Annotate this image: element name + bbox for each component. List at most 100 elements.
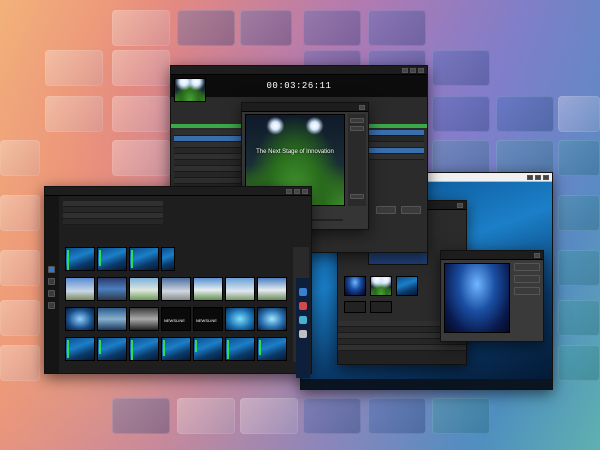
side-button[interactable] (350, 118, 364, 123)
multiview-cell[interactable] (129, 307, 159, 331)
multiviewer-titlebar (45, 187, 311, 196)
multiview-cell[interactable] (97, 337, 127, 361)
background-tile (432, 96, 490, 132)
background-tile (177, 398, 235, 434)
multiview-cell[interactable] (161, 337, 191, 361)
tool-button[interactable] (48, 266, 55, 273)
preview-option-button[interactable] (514, 275, 540, 283)
app-icon[interactable] (299, 316, 307, 324)
property-row[interactable] (63, 219, 163, 225)
multiview-cell[interactable] (97, 307, 127, 331)
preview-window (440, 250, 544, 342)
multiview-cell[interactable] (225, 307, 255, 331)
multiview-cell[interactable] (65, 307, 95, 331)
property-row[interactable] (338, 345, 466, 351)
background-tile (0, 345, 40, 381)
tool-button[interactable] (48, 278, 55, 285)
preview-option-button[interactable] (514, 287, 540, 295)
background-tile (112, 398, 170, 434)
background-tile (303, 398, 361, 434)
minimize-icon[interactable] (286, 188, 292, 194)
multiview-cell[interactable] (97, 247, 127, 271)
window-close-icon[interactable] (457, 202, 463, 208)
icon-strip (296, 278, 310, 378)
player-titlebar (242, 103, 368, 112)
audio-meter-icon (163, 340, 165, 356)
multiview-cell[interactable] (65, 277, 95, 301)
multiview-cell[interactable] (161, 247, 175, 271)
background-tile (240, 10, 292, 46)
multiview-cell[interactable] (97, 277, 127, 301)
background-tile (558, 345, 600, 381)
tool-button[interactable] (48, 290, 55, 297)
multiview-cell[interactable] (65, 337, 95, 361)
background-tile (112, 96, 170, 132)
list-item[interactable] (366, 154, 424, 160)
multiview-cell[interactable] (193, 277, 223, 301)
background-tile (45, 50, 103, 86)
audio-meter-icon (99, 250, 101, 266)
background-tile (177, 10, 235, 46)
minimize-icon[interactable] (402, 67, 408, 73)
audio-meter-icon (131, 340, 133, 360)
maximize-icon[interactable] (294, 188, 300, 194)
multiview-cell[interactable] (257, 277, 287, 301)
audio-meter-icon (67, 340, 69, 358)
source-thumbnail[interactable] (344, 276, 366, 296)
multiview-cell[interactable] (225, 277, 255, 301)
source-thumbnail[interactable] (370, 301, 392, 313)
background-tile (112, 10, 170, 46)
multiview-cell[interactable] (129, 277, 159, 301)
maximize-icon[interactable] (535, 174, 541, 180)
background-tile (432, 50, 490, 86)
side-button[interactable] (350, 194, 364, 199)
playlist-titlebar (171, 66, 427, 75)
playlist-preview-thumbnail (174, 78, 206, 102)
background-tile (558, 250, 600, 286)
multiview-cell[interactable] (161, 277, 191, 301)
source-thumbnail[interactable] (344, 301, 366, 313)
background-tile (112, 140, 170, 176)
tool-button[interactable] (48, 302, 55, 309)
window-close-icon[interactable] (534, 252, 540, 258)
side-controls (348, 114, 366, 206)
background-tile (558, 300, 600, 336)
audio-meter-icon (195, 340, 197, 352)
multiview-cell[interactable]: NEWSLINE (161, 307, 191, 331)
window-close-icon[interactable] (302, 188, 308, 194)
take-button[interactable] (376, 206, 396, 214)
source-thumbnail[interactable] (370, 276, 392, 296)
source-thumbnail[interactable] (396, 276, 418, 296)
audio-meter-icon (67, 250, 69, 270)
app-icon[interactable] (299, 288, 307, 296)
cue-button[interactable] (401, 206, 421, 214)
background-tile (240, 398, 298, 434)
window-close-icon[interactable] (418, 67, 424, 73)
preview-monitor (444, 263, 510, 333)
preview-option-button[interactable] (514, 263, 540, 271)
preview-titlebar (441, 251, 543, 260)
background-tile (368, 398, 426, 434)
background-tile (496, 140, 554, 176)
minimize-icon[interactable] (527, 174, 533, 180)
background-tile (0, 250, 40, 286)
window-controls[interactable] (527, 174, 549, 180)
multiview-cell[interactable] (225, 337, 255, 361)
multiview-cell[interactable] (257, 337, 287, 361)
app-icon[interactable] (299, 302, 307, 310)
multiview-cell[interactable] (65, 247, 95, 271)
background-tile (0, 300, 40, 336)
app-icon[interactable] (299, 330, 307, 338)
multiview-cell[interactable] (193, 337, 223, 361)
multiview-cell[interactable] (129, 247, 159, 271)
window-close-icon[interactable] (543, 174, 549, 180)
maximize-icon[interactable] (410, 67, 416, 73)
property-list (63, 201, 163, 225)
background-tile (432, 140, 490, 176)
background-tile (558, 140, 600, 176)
multiview-cell[interactable] (129, 337, 159, 361)
window-close-icon[interactable] (359, 104, 365, 110)
multiview-cell[interactable] (257, 307, 287, 331)
side-button[interactable] (350, 126, 364, 131)
multiview-cell[interactable]: NEWSLINE (193, 307, 223, 331)
